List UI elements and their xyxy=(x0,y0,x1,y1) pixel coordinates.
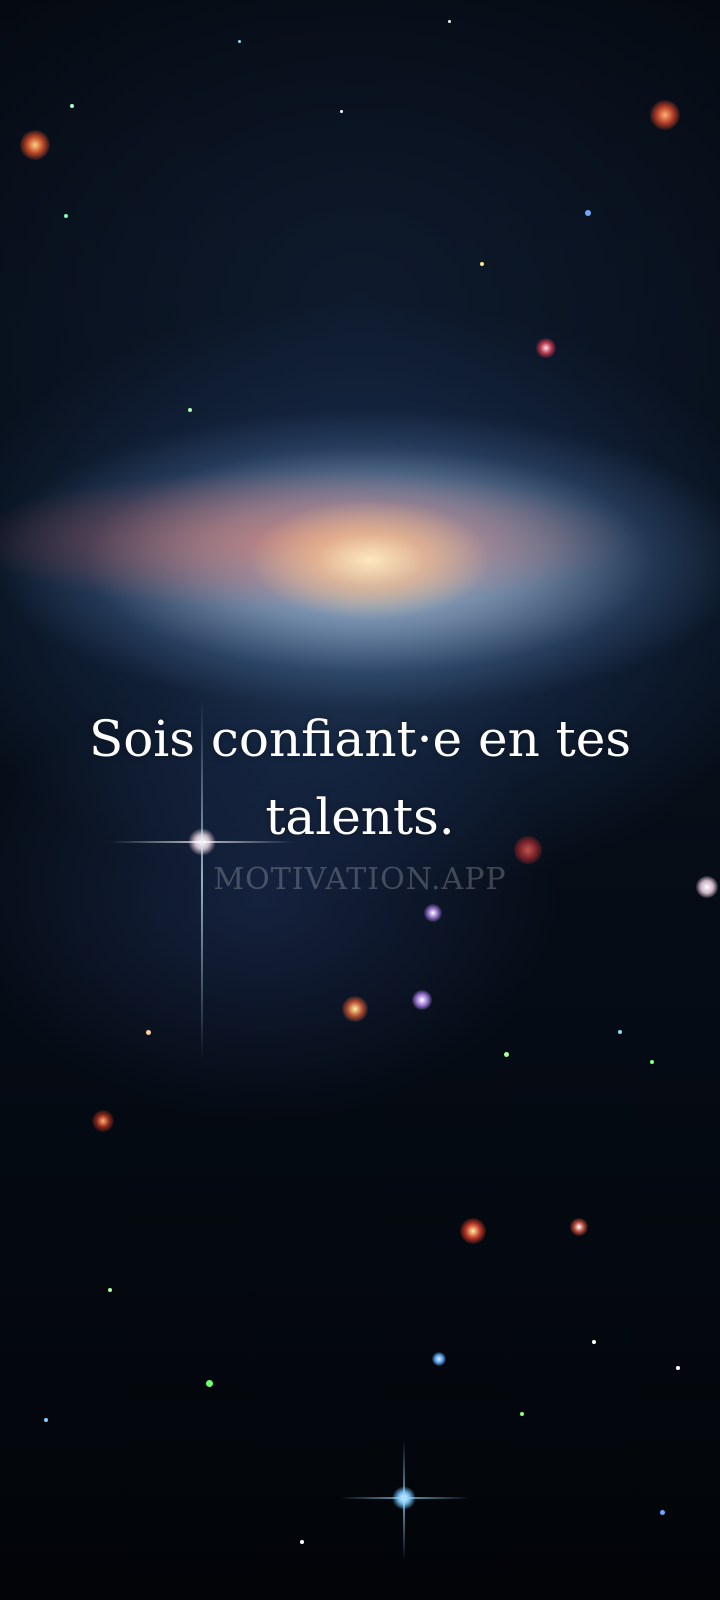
red-star xyxy=(570,1218,588,1236)
blue-star xyxy=(432,1352,446,1366)
star-flare xyxy=(403,1440,405,1560)
small-star xyxy=(238,40,241,43)
small-star xyxy=(504,1052,509,1057)
small-star xyxy=(448,20,451,23)
small-star xyxy=(188,408,192,412)
small-star xyxy=(300,1540,304,1544)
red-star xyxy=(342,996,368,1022)
quote-text: Sois confiant·e en tes talents. xyxy=(88,710,632,846)
star-flare xyxy=(340,1497,470,1499)
wallpaper-screen: Sois confiant·e en tes talents. MOTIVATI… xyxy=(0,0,720,1600)
small-star xyxy=(618,1030,622,1034)
small-star xyxy=(585,210,591,216)
red-star xyxy=(650,100,680,130)
red-star xyxy=(20,130,50,160)
small-star xyxy=(70,104,74,108)
small-star xyxy=(592,1340,596,1344)
small-star xyxy=(480,262,484,266)
small-star xyxy=(44,1418,48,1422)
app-watermark: MOTIVATION.APP xyxy=(213,862,507,897)
small-star xyxy=(340,110,343,113)
small-star xyxy=(660,1510,665,1515)
small-star xyxy=(520,1412,524,1416)
red-star xyxy=(536,338,556,358)
small-star xyxy=(64,214,68,218)
red-star xyxy=(460,1218,486,1244)
small-star xyxy=(206,1380,213,1387)
red-star xyxy=(92,1110,114,1132)
small-star xyxy=(108,1288,112,1292)
small-star xyxy=(650,1060,654,1064)
small-star xyxy=(676,1366,680,1370)
violet-star xyxy=(412,990,432,1010)
violet-star xyxy=(424,904,442,922)
small-star xyxy=(146,1030,151,1035)
